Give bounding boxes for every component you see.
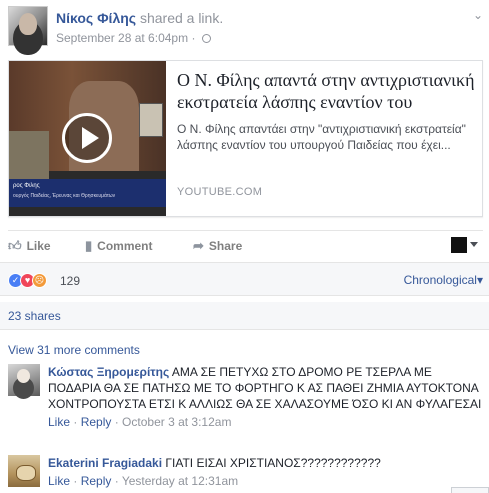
comment-timestamp[interactable]: October 3 at 3:12am — [122, 415, 231, 429]
commenter-avatar[interactable] — [8, 455, 40, 487]
link-text: Ο Ν. Φίλης απαντά στην αντιχριστιανική ε… — [177, 69, 475, 153]
post-meta: September 28 at 6:04pm · — [56, 31, 211, 45]
comment-like-link[interactable]: Like — [48, 415, 70, 429]
speech-bubble-icon: ▮ — [85, 238, 93, 253]
caret-down-icon — [470, 242, 478, 247]
commenter-name[interactable]: Κώστας Ξηρομερίτης — [48, 365, 169, 379]
link-domain: YOUTUBE.COM — [177, 186, 263, 198]
thumbs-up-icon: 👍︎ — [8, 238, 22, 253]
view-more-comments[interactable]: View 31 more comments — [8, 343, 140, 357]
comment-reply-link[interactable]: Reply — [81, 415, 112, 429]
comment-reply-link[interactable]: Reply — [81, 474, 112, 488]
comment-meta: Like · Reply · Yesterday at 12:31am — [48, 474, 239, 488]
page-avatar — [451, 237, 467, 253]
post-actions-bar: 👍︎ Like ▮ Comment ➦ Share — [8, 230, 483, 260]
share-arrow-icon: ➦ — [193, 238, 204, 253]
comment-text: ΓΙΑΤΙ ΕΙΣΑΙ ΧΡΙΣΤΙΑΝΟΣ???????????? — [165, 456, 381, 470]
meta-separator: · — [191, 31, 196, 45]
comment-order-dropdown[interactable]: Chronological▾ — [404, 273, 483, 287]
post-action-text: shared a link. — [139, 10, 224, 26]
commenter-name[interactable]: Ekaterini Fragiadaki — [48, 456, 162, 470]
like-label: Like — [26, 239, 51, 253]
like-button[interactable]: 👍︎ Like — [8, 238, 51, 254]
author-name[interactable]: Νίκος Φίλης — [56, 10, 136, 26]
link-preview-card[interactable]: ρος Φιλης ουργός Παιδείας, Έρευνας και Θ… — [8, 60, 483, 217]
comment-like-link[interactable]: Like — [48, 474, 70, 488]
thumb-book — [139, 103, 163, 137]
reactions-summary: ✓ ♥ ☹ 129 Chronological▾ — [0, 262, 489, 296]
shares-row: 23 shares — [0, 302, 489, 330]
author-avatar[interactable] — [8, 6, 48, 46]
comment-timestamp[interactable]: Yesterday at 12:31am — [122, 474, 238, 488]
reaction-count[interactable]: 129 — [60, 274, 80, 288]
commenter-avatar[interactable] — [8, 364, 40, 396]
play-icon[interactable] — [62, 113, 112, 163]
thumb-caption-role: ουργός Παιδείας, Έρευνας και Θρησκευμάτω… — [13, 193, 116, 199]
comment-body: Ekaterini Fragiadaki ΓΙΑΤΙ ΕΙΣΑΙ ΧΡΙΣΤΙΑ… — [48, 455, 484, 489]
author-line: Νίκος Φίλης shared a link. — [56, 10, 223, 26]
caret-down-icon: ▾ — [476, 273, 483, 287]
post-header: Νίκος Φίλης shared a link. September 28 … — [8, 6, 483, 46]
comment-label: Comment — [97, 239, 153, 253]
thumb-caption-name: ρος Φιλης — [13, 183, 40, 189]
share-as-selector[interactable] — [451, 237, 478, 255]
video-thumbnail[interactable]: ρος Φιλης ουργός Παιδείας, Έρευνας και Θ… — [9, 61, 166, 216]
link-title[interactable]: Ο Ν. Φίλης απαντά στην αντιχριστιανική ε… — [177, 69, 475, 113]
comment-meta: Like · Reply · October 3 at 3:12am — [48, 415, 232, 429]
comment-button[interactable]: ▮ Comment — [85, 238, 153, 254]
chevron-down-icon[interactable]: ⌄ — [473, 8, 483, 22]
share-button[interactable]: ➦ Share — [193, 238, 242, 254]
comment-order-label: Chronological — [403, 273, 477, 287]
share-label: Share — [208, 239, 243, 253]
shares-count[interactable]: 23 shares — [8, 309, 61, 323]
angry-reaction-icon: ☹ — [32, 273, 47, 288]
comment-body: Κώστας Ξηρομερίτης ΑΜΑ ΣΕ ΠΕΤΥΧΩ ΣΤΟ ΔΡΟ… — [48, 364, 484, 430]
globe-icon — [201, 34, 211, 43]
link-description: Ο Ν. Φίλης απαντάει στην "αντιχριστιανικ… — [177, 122, 466, 152]
post-timestamp[interactable]: September 28 at 6:04pm — [56, 31, 188, 45]
chat-tab-edge[interactable] — [451, 487, 489, 493]
